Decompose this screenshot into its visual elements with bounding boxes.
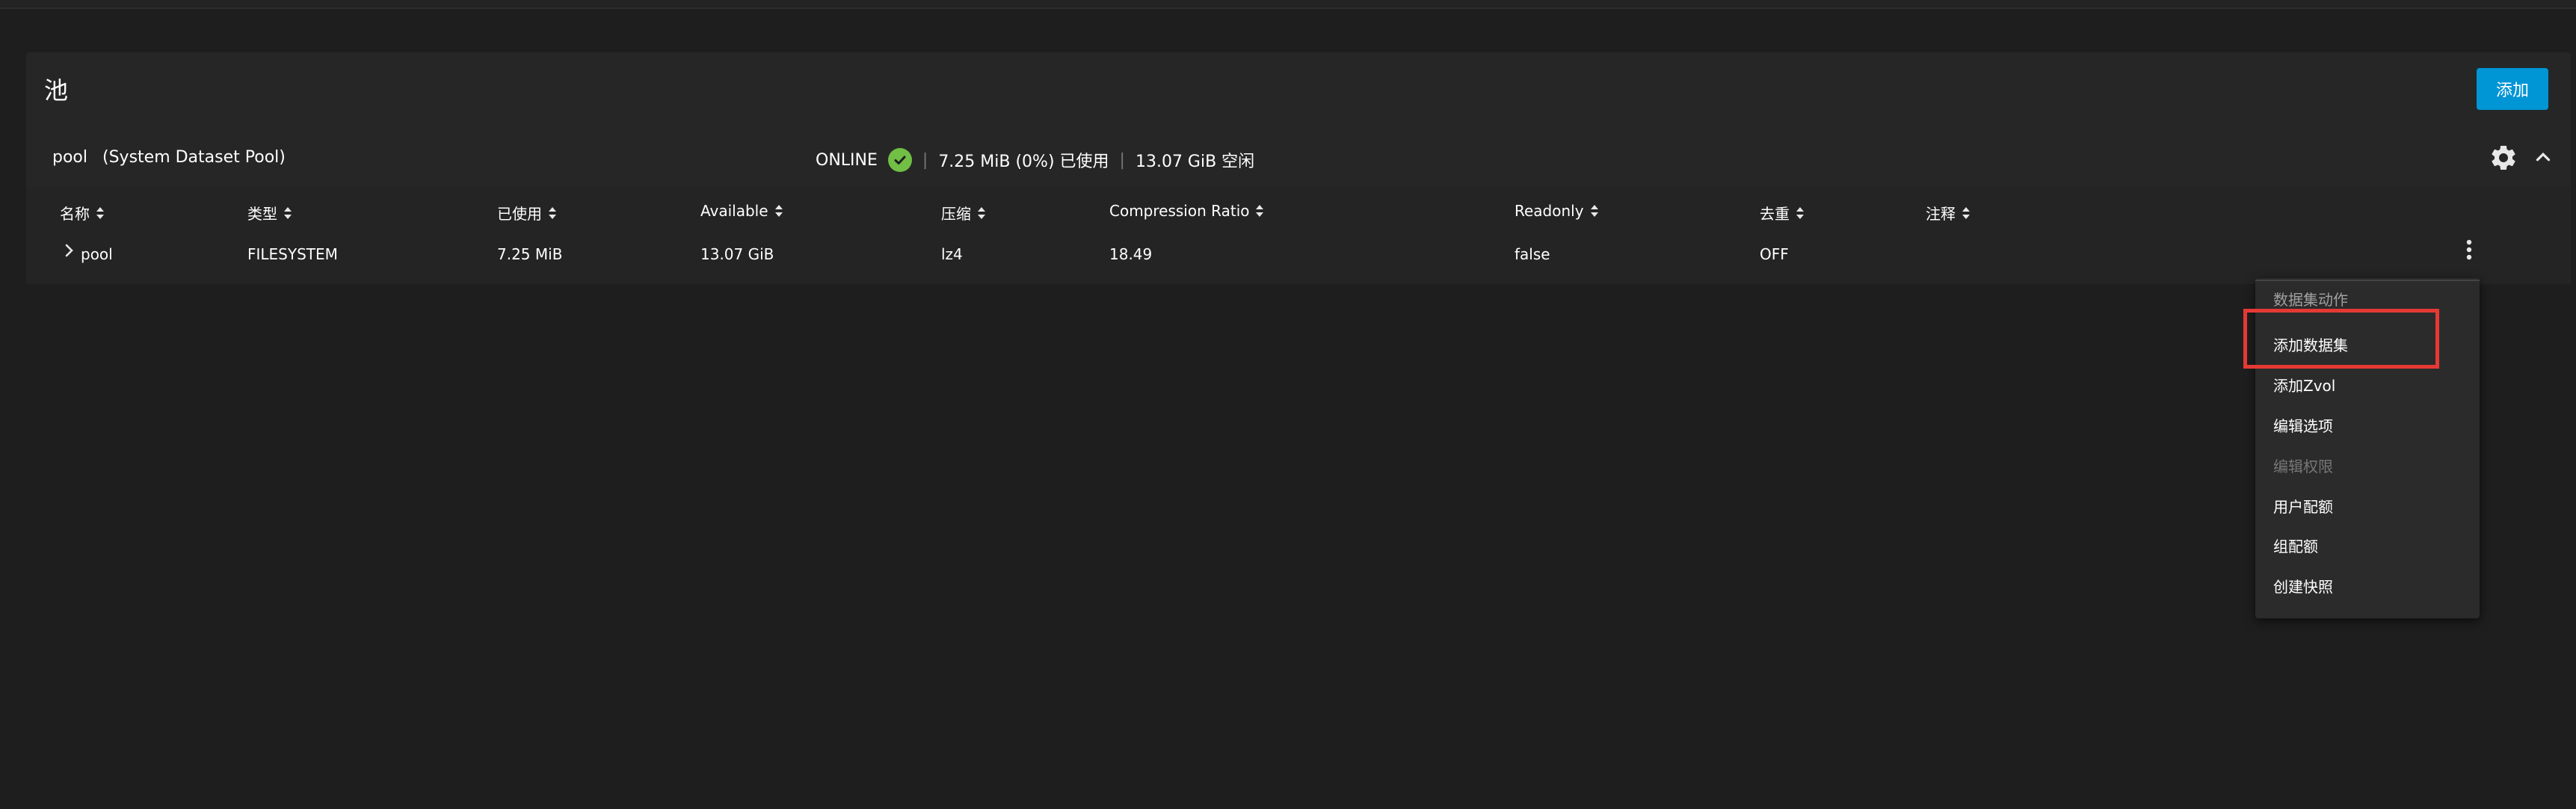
separator: | bbox=[1119, 150, 1125, 170]
menu-item-group-quotas[interactable]: 组配额 bbox=[2273, 535, 2318, 556]
column-header-available[interactable]: Available bbox=[700, 202, 783, 220]
top-toolbar bbox=[0, 0, 2576, 9]
chevron-right-icon[interactable] bbox=[63, 242, 76, 262]
menu-item-create-snapshot[interactable]: 创建快照 bbox=[2273, 575, 2333, 597]
sort-icon bbox=[1590, 205, 1598, 217]
sort-icon bbox=[96, 206, 104, 219]
menu-item-edit-options[interactable]: 编辑选项 bbox=[2273, 414, 2333, 436]
chevron-up-icon[interactable] bbox=[2532, 146, 2554, 168]
datasets-table: 名称 类型 已使用 Available 压缩 Compression Ratio… bbox=[26, 187, 2571, 284]
sort-icon bbox=[978, 206, 985, 219]
cell-dedup: OFF bbox=[1760, 245, 1789, 263]
column-header-name[interactable]: 名称 bbox=[60, 202, 105, 224]
column-header-compression-ratio[interactable]: Compression Ratio bbox=[1109, 202, 1264, 220]
column-header-used[interactable]: 已使用 bbox=[497, 202, 557, 224]
column-header-comments[interactable]: 注释 bbox=[1926, 202, 1970, 224]
sort-icon bbox=[284, 206, 292, 219]
cell-compression-ratio: 18.49 bbox=[1109, 245, 1153, 263]
sort-icon bbox=[1962, 206, 1970, 219]
cell-name: pool bbox=[81, 245, 113, 263]
highlight-box bbox=[2243, 309, 2439, 369]
menu-item-add-zvol[interactable]: 添加Zvol bbox=[2273, 374, 2335, 396]
cell-compression: lz4 bbox=[941, 245, 963, 263]
pool-name: pool bbox=[52, 148, 87, 167]
pools-card: 池 添加 pool (System Dataset Pool) ONLINE |… bbox=[26, 52, 2571, 284]
pool-free: 13.07 GiB 空闲 bbox=[1135, 153, 1255, 171]
sort-icon bbox=[549, 206, 556, 219]
cell-readonly: false bbox=[1515, 245, 1550, 263]
pool-header: pool (System Dataset Pool) ONLINE | 7.25… bbox=[26, 132, 2571, 187]
cell-available: 13.07 GiB bbox=[700, 245, 774, 263]
pool-description: (System Dataset Pool) bbox=[102, 148, 286, 167]
menu-item-edit-permissions: 编辑权限 bbox=[2273, 458, 2333, 476]
pool-used: 7.25 MiB (0%) 已使用 bbox=[938, 153, 1109, 171]
menu-header: 数据集动作 bbox=[2273, 291, 2348, 309]
sort-icon bbox=[1256, 205, 1264, 217]
add-pool-button[interactable]: 添加 bbox=[2477, 68, 2548, 110]
cell-type: FILESYSTEM bbox=[247, 245, 338, 263]
pool-status-bar: ONLINE | 7.25 MiB (0%) 已使用 | 13.07 GiB 空… bbox=[816, 148, 1254, 172]
menu-item-user-quotas[interactable]: 用户配额 bbox=[2273, 495, 2333, 517]
separator: | bbox=[922, 150, 928, 170]
menu-divider bbox=[2255, 280, 2480, 281]
gear-icon[interactable] bbox=[2489, 143, 2518, 173]
cell-used: 7.25 MiB bbox=[497, 245, 563, 263]
column-header-readonly[interactable]: Readonly bbox=[1515, 202, 1599, 220]
sort-icon bbox=[774, 205, 783, 217]
column-header-dedup[interactable]: 去重 bbox=[1760, 202, 1805, 224]
sort-icon bbox=[1796, 206, 1804, 219]
column-header-compression[interactable]: 压缩 bbox=[941, 202, 986, 224]
more-vert-icon[interactable] bbox=[2460, 236, 2478, 263]
column-header-type[interactable]: 类型 bbox=[247, 202, 292, 224]
pool-status-text: ONLINE bbox=[816, 150, 878, 170]
page-title: 池 bbox=[44, 76, 69, 105]
check-circle-icon bbox=[887, 148, 912, 172]
